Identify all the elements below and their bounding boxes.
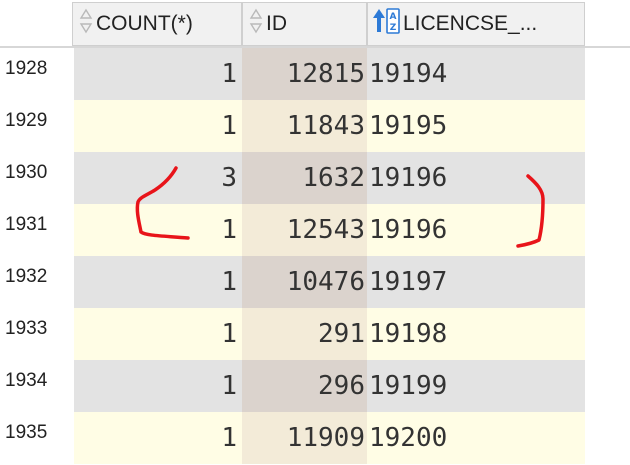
row-number: 1932 (0, 256, 74, 308)
table-row[interactable]: 1931 1 12543 19196 (0, 204, 630, 256)
cell-id[interactable]: 12543 (242, 204, 367, 256)
cell-count[interactable]: 1 (74, 308, 242, 360)
cell-licence[interactable]: 19196 (367, 152, 585, 204)
column-header-label: COUNT(*) (96, 12, 193, 35)
cell-id[interactable]: 12815 (242, 48, 367, 100)
cell-count[interactable]: 1 (74, 204, 242, 256)
row-number: 1930 (0, 152, 74, 204)
cell-count[interactable]: 1 (74, 412, 242, 464)
table-row[interactable]: 1932 1 10476 19197 (0, 256, 630, 308)
row-number: 1935 (0, 412, 74, 464)
table-row[interactable]: 1933 1 291 19198 (0, 308, 630, 360)
column-header-licence[interactable]: A Z LICENCSE_... (367, 2, 585, 46)
row-number: 1929 (0, 100, 74, 152)
cell-licence[interactable]: 19194 (367, 48, 585, 100)
table-row[interactable]: 1929 1 11843 19195 (0, 100, 630, 152)
cell-id[interactable]: 10476 (242, 256, 367, 308)
row-number: 1933 (0, 308, 74, 360)
column-header-count[interactable]: COUNT(*) (72, 2, 242, 46)
column-header-label: ID (266, 12, 287, 35)
cell-id[interactable]: 11843 (242, 100, 367, 152)
cell-licence[interactable]: 19199 (367, 360, 585, 412)
cell-count[interactable]: 3 (74, 152, 242, 204)
table-row[interactable]: 1934 1 296 19199 (0, 360, 630, 412)
row-number: 1934 (0, 360, 74, 412)
cell-licence[interactable]: 19200 (367, 412, 585, 464)
svg-text:Z: Z (390, 23, 397, 33)
cell-count[interactable]: 1 (74, 360, 242, 412)
column-header-id[interactable]: ID (242, 2, 367, 46)
cell-count[interactable]: 1 (74, 100, 242, 152)
cell-id[interactable]: 296 (242, 360, 367, 412)
cell-count[interactable]: 1 (74, 256, 242, 308)
cell-id[interactable]: 1632 (242, 152, 367, 204)
grid-header: COUNT(*) ID A Z LICENCSE_... (0, 0, 630, 50)
table-row[interactable]: 1935 1 11909 19200 (0, 412, 630, 464)
cell-licence[interactable]: 19195 (367, 100, 585, 152)
sort-az-icon[interactable]: A Z (372, 7, 400, 41)
svg-text:A: A (390, 12, 397, 22)
column-header-label: LICENCSE_... (403, 12, 538, 35)
cell-id[interactable]: 291 (242, 308, 367, 360)
cell-id[interactable]: 11909 (242, 412, 367, 464)
table-row[interactable]: 1930 3 1632 19196 (0, 152, 630, 204)
table-row[interactable]: 1928 1 12815 19194 (0, 48, 630, 100)
sort-icon[interactable] (79, 8, 93, 40)
cell-licence[interactable]: 19197 (367, 256, 585, 308)
sort-icon[interactable] (249, 8, 263, 40)
results-grid: COUNT(*) ID A Z LICENCSE_... 1928 1 1281… (0, 0, 630, 465)
cell-count[interactable]: 1 (74, 48, 242, 100)
row-number: 1928 (0, 48, 74, 100)
cell-licence[interactable]: 19196 (367, 204, 585, 256)
row-number: 1931 (0, 204, 74, 256)
cell-licence[interactable]: 19198 (367, 308, 585, 360)
